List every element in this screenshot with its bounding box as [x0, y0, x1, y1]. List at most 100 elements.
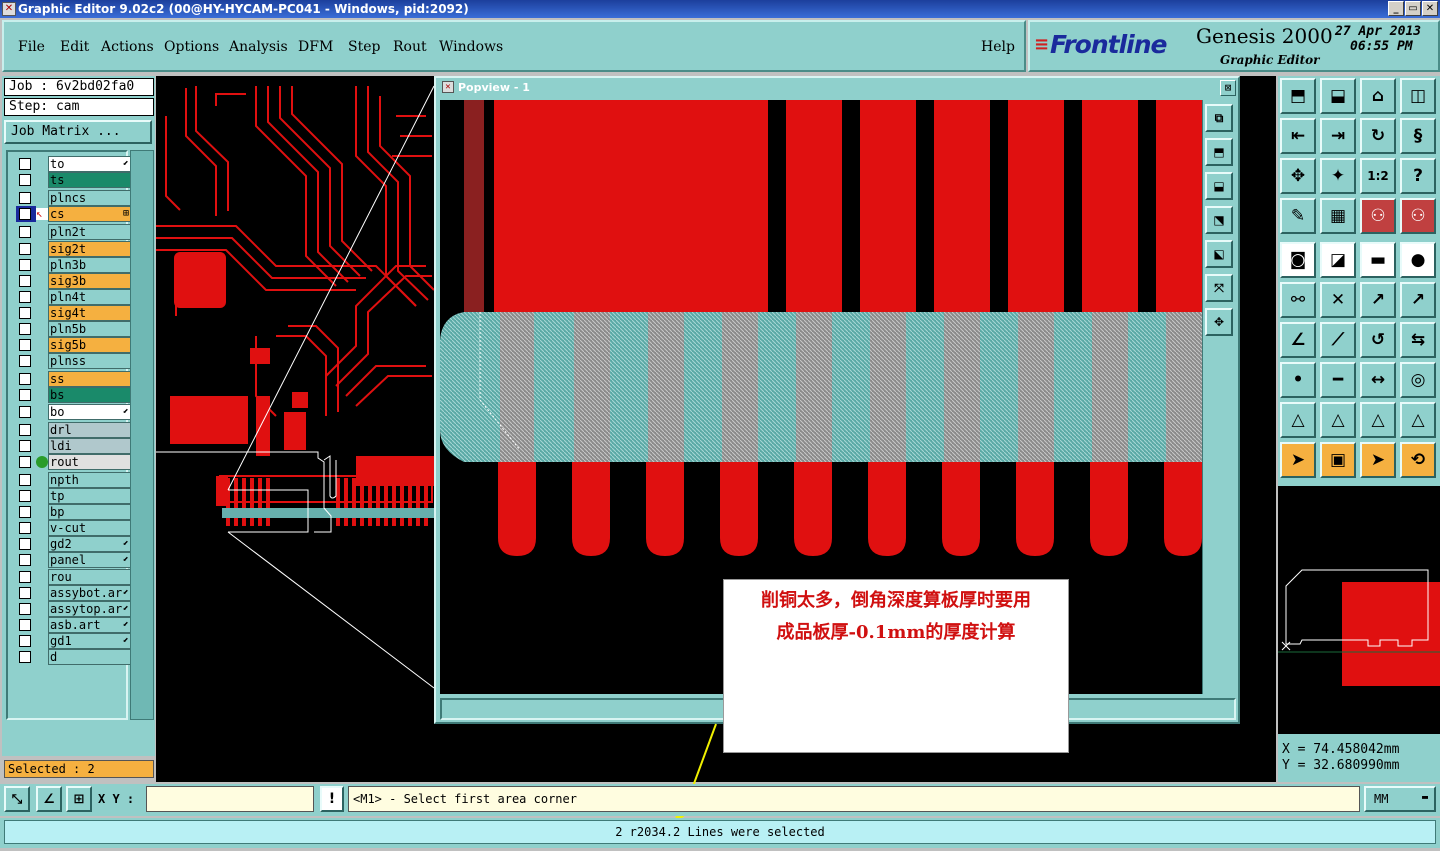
layer-row[interactable]: panel ⬋ [16, 552, 132, 569]
layer-name[interactable]: pln5b [48, 321, 132, 337]
draw-line-icon[interactable]: ◪ [1320, 242, 1356, 278]
layer-name[interactable]: ldi [48, 437, 132, 454]
select-arrow-icon[interactable]: ➤ [1280, 442, 1316, 478]
layers-icon[interactable]: ⚇ [1360, 198, 1396, 234]
layer-checkbox[interactable] [19, 618, 31, 631]
layer-checkbox[interactable] [19, 274, 31, 287]
layer-checkbox[interactable] [19, 339, 31, 352]
layer-name[interactable]: rou [48, 568, 132, 585]
layer-row[interactable]: d [16, 649, 132, 665]
layer-name[interactable]: npth [48, 471, 132, 488]
layer-name[interactable]: plncs [48, 190, 132, 207]
s-curve-icon[interactable]: § [1400, 118, 1436, 154]
layer-row[interactable]: ↖ cs ⊞ [16, 206, 132, 223]
triangle4-icon[interactable]: △ [1400, 402, 1436, 438]
layer-checkbox[interactable] [19, 323, 31, 335]
menu-windows[interactable]: Windows [439, 39, 503, 55]
layer-checkbox[interactable] [19, 473, 31, 486]
layer-row[interactable]: rou [16, 568, 132, 585]
layer-name[interactable]: gd1 ⬋ [48, 632, 132, 649]
layer-checkbox[interactable] [19, 373, 31, 386]
layer-name[interactable]: gd2 ⬋ [48, 536, 132, 553]
view-home-icon[interactable]: ⬒ [1280, 78, 1316, 114]
layer-checkbox[interactable] [19, 423, 31, 436]
layer-row[interactable]: gd1 ⬋ [16, 632, 132, 649]
layer-row[interactable]: sig3b [16, 272, 132, 289]
redraw-icon[interactable]: ↻ [1360, 118, 1396, 154]
select-box-icon[interactable]: ▣ [1320, 442, 1356, 478]
cross-icon[interactable]: ✕ [1320, 282, 1356, 318]
popview-up-icon[interactable]: ⬒ [1205, 138, 1233, 166]
menu-options[interactable]: Options [164, 39, 219, 55]
layer-name[interactable]: bp [48, 504, 132, 521]
layer-row[interactable]: ldi [16, 437, 132, 454]
layer-name[interactable]: cs ⊞ [48, 206, 132, 223]
layer-name[interactable]: d [48, 649, 132, 665]
point-icon[interactable]: • [1280, 362, 1316, 398]
layer-row[interactable]: rout [16, 453, 132, 470]
layer-row[interactable]: bs [16, 387, 132, 404]
layer-name[interactable]: assytop.ar ⬋ [48, 600, 132, 617]
layer-row[interactable]: gd2 ⬋ [16, 536, 132, 553]
layer-name[interactable]: pln2t [48, 224, 132, 241]
layer-row[interactable]: ts [16, 172, 132, 189]
layer-checkbox[interactable] [19, 405, 31, 418]
layer-checkbox[interactable] [19, 651, 31, 663]
popview-left-icon[interactable]: ⬔ [1205, 206, 1233, 234]
layer-name[interactable]: v-cut [48, 520, 132, 537]
layer-name[interactable]: to ⬋ [48, 156, 132, 172]
layer-name[interactable]: sig3b [48, 272, 132, 289]
angle-snap-icon[interactable]: ∠ [36, 786, 62, 812]
layer-checkbox[interactable] [19, 306, 31, 319]
distance-icon[interactable]: ↔ [1360, 362, 1396, 398]
move-pt-icon[interactable]: ↗ [1360, 282, 1396, 318]
menu-actions[interactable]: Actions [101, 39, 154, 55]
layer-checkbox[interactable] [19, 455, 31, 468]
popview-center-icon[interactable]: ✥ [1205, 308, 1233, 336]
view-house-icon[interactable]: ⌂ [1360, 78, 1396, 114]
layer-row[interactable]: tp [16, 488, 132, 504]
select-arrow-box-icon[interactable]: ➤ [1360, 442, 1396, 478]
layer-name[interactable]: sig5b [48, 337, 132, 354]
layer-checkbox[interactable] [19, 174, 31, 187]
triangle2-icon[interactable]: △ [1320, 402, 1356, 438]
arc-icon[interactable]: ↺ [1360, 322, 1396, 358]
layer-checkbox[interactable] [19, 554, 31, 567]
layer-row[interactable]: assybot.ar ⬋ [16, 584, 132, 601]
layer-row[interactable]: asb.art ⬋ [16, 616, 132, 633]
popview-fit-icon[interactable]: ⤧ [1205, 274, 1233, 302]
move-pt2-icon[interactable]: ↗ [1400, 282, 1436, 318]
layer-name[interactable]: ss [48, 371, 132, 388]
grid-icon[interactable]: ▦ [1320, 198, 1356, 234]
layer-name[interactable]: drl [48, 421, 132, 438]
view-up-icon[interactable]: ⬓ [1320, 78, 1356, 114]
layer-row[interactable]: plncs [16, 190, 132, 207]
layer-scrollbar[interactable] [130, 150, 154, 720]
select-pad-icon[interactable]: ◙ [1280, 242, 1316, 278]
layer-name[interactable]: bo ⬋ [48, 403, 132, 420]
dot-icon[interactable]: ● [1400, 242, 1436, 278]
pan-left-icon[interactable]: ⇤ [1280, 118, 1316, 154]
layer-checkbox[interactable] [19, 258, 31, 271]
popview-zoom-in-icon[interactable]: ⧉ [1205, 104, 1233, 132]
measure-tool-icon[interactable]: ✎ [1280, 198, 1316, 234]
zoom-center-icon[interactable]: ✦ [1320, 158, 1356, 194]
layer-checkbox[interactable] [19, 634, 31, 647]
layer-checkbox[interactable] [19, 290, 31, 303]
cluster-icon[interactable]: ◎ [1400, 362, 1436, 398]
layer-name[interactable]: pln3b [48, 256, 132, 273]
layer-name[interactable]: sig2t [48, 240, 132, 257]
layer-name[interactable]: asb.art ⬋ [48, 616, 132, 633]
grid-snap-icon[interactable]: ⊞ [66, 786, 92, 812]
layer-name[interactable]: pln4t [48, 288, 132, 305]
menu-analysis[interactable]: Analysis [229, 39, 288, 55]
menu-edit[interactable]: Edit [60, 39, 89, 55]
layer-checkbox[interactable] [19, 389, 31, 402]
layer-row[interactable]: pln3b [16, 256, 132, 273]
layer-checkbox[interactable] [19, 355, 31, 368]
minimize-button[interactable]: _ [1388, 1, 1404, 16]
layer-row[interactable]: ss [16, 371, 132, 388]
alert-button[interactable]: ! [320, 786, 344, 812]
flip-icon[interactable]: ⇆ [1400, 322, 1436, 358]
layer-checkbox[interactable] [19, 506, 31, 519]
